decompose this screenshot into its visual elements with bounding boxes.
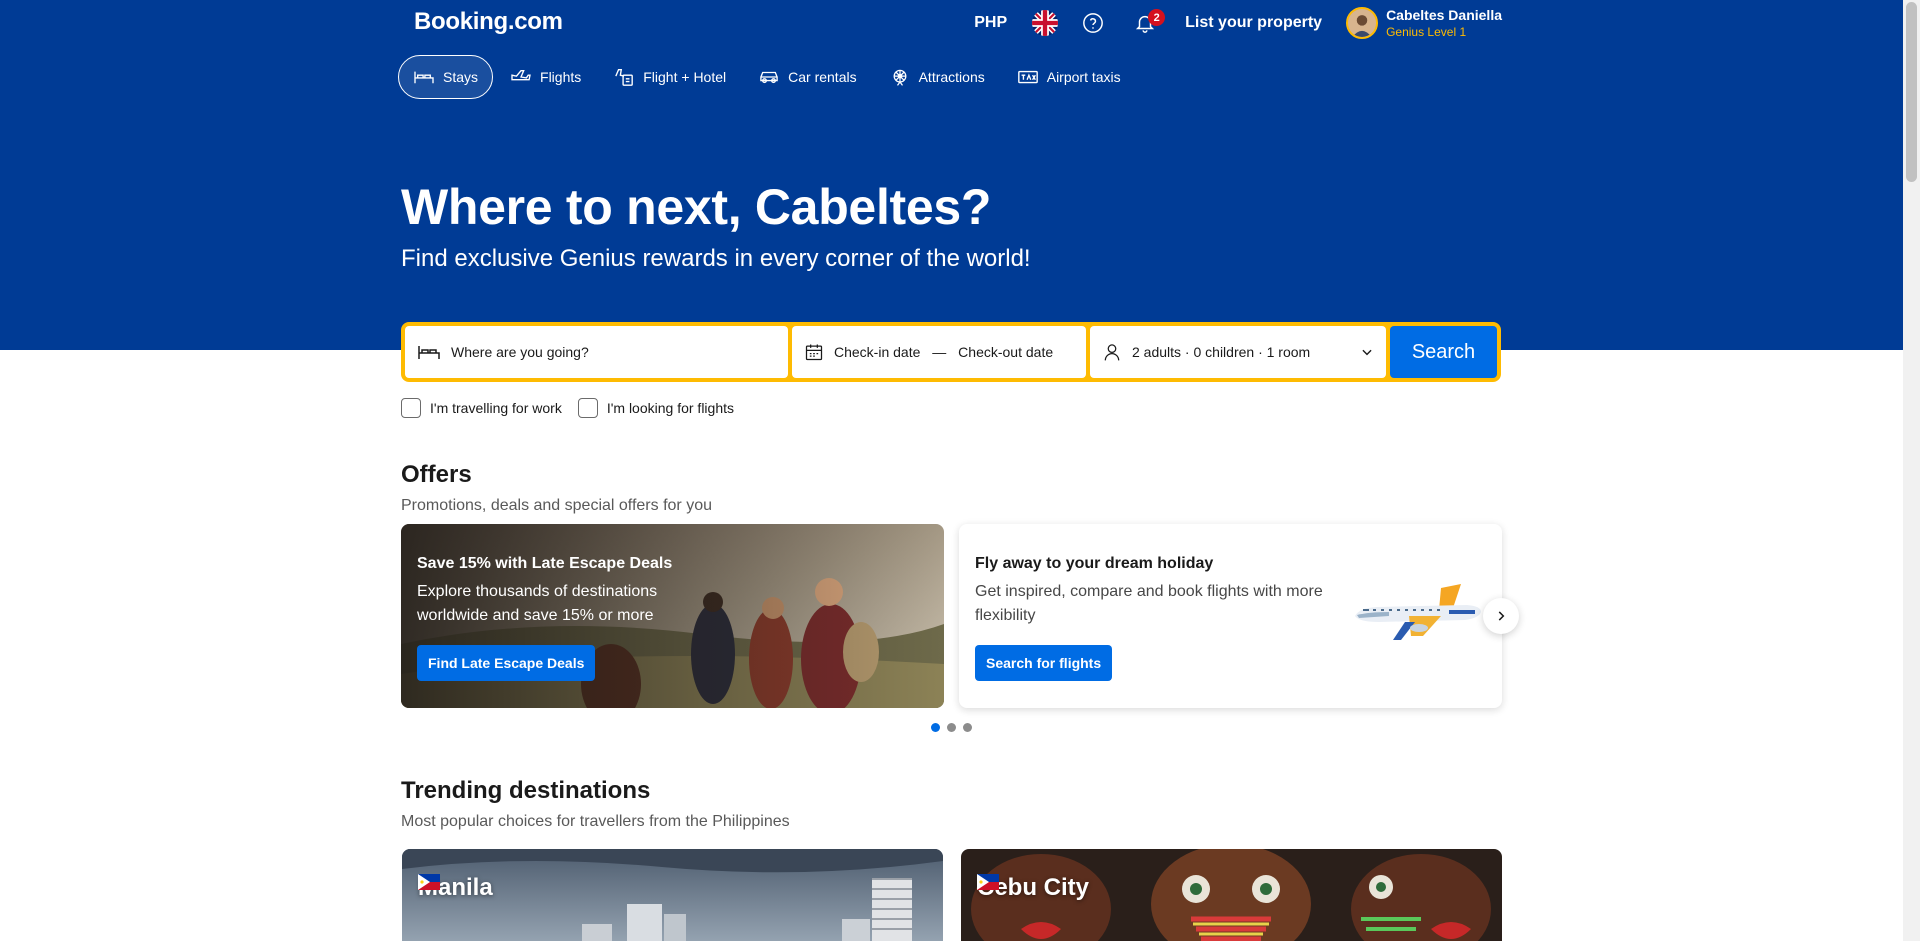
currency-button[interactable]: PHP	[958, 14, 1023, 32]
list-property-link[interactable]: List your property	[1171, 14, 1346, 32]
guests-label: 2 adults · 0 children · 1 room	[1132, 344, 1311, 360]
flights-checkbox[interactable]: I'm looking for flights	[577, 398, 734, 418]
offer-body: Get inspired, compare and book flights w…	[975, 583, 1323, 624]
scrollbar-thumb[interactable]	[1906, 2, 1917, 182]
top-bar: Booking.com PHP 2 List your property Cab…	[398, 0, 1502, 46]
philippines-flag-icon	[977, 874, 999, 890]
checkbox-label: I'm looking for flights	[606, 400, 734, 416]
tab-attractions[interactable]: Attractions	[874, 55, 1000, 99]
checkbox-box[interactable]	[401, 398, 421, 418]
flight-hotel-icon	[615, 69, 634, 86]
destination-input[interactable]	[451, 344, 751, 360]
account-menu[interactable]: Cabeltes Daniella Genius Level 1	[1346, 7, 1502, 40]
carousel-dot[interactable]	[963, 723, 972, 732]
calendar-icon	[805, 344, 823, 361]
tab-label: Car rentals	[788, 69, 857, 85]
guests-field[interactable]: 2 adults · 0 children · 1 room	[1090, 326, 1386, 378]
airplane-illustration	[1355, 584, 1481, 640]
bed-icon	[414, 71, 434, 84]
search-button[interactable]: Search	[1390, 326, 1497, 378]
car-icon	[760, 71, 778, 84]
find-late-escape-deals-button[interactable]: Find Late Escape Deals	[417, 645, 596, 681]
checkbox-box[interactable]	[577, 398, 598, 418]
dates-field[interactable]: Check-in date — Check-out date	[792, 326, 1086, 378]
destination-card-manila[interactable]: Manila	[402, 849, 943, 941]
attractions-icon	[893, 69, 907, 86]
taxi-icon	[1017, 70, 1038, 84]
chevron-right-icon	[1498, 611, 1505, 621]
chevron-down-icon	[1362, 349, 1372, 356]
checkin-label: Check-in date	[834, 344, 921, 360]
offers-title: Offers	[401, 461, 472, 488]
hero-subtitle: Find exclusive Genius rewards in every c…	[401, 245, 1031, 272]
tab-label: Flight + Hotel	[643, 69, 727, 85]
destination-name: Cebu City	[977, 874, 1089, 902]
hero-background	[0, 0, 1903, 350]
person-icon	[1104, 344, 1120, 361]
tab-label: Stays	[443, 69, 479, 85]
work-travel-checkbox[interactable]: I'm travelling for work	[401, 398, 562, 418]
destination-field[interactable]	[405, 326, 788, 378]
help-icon	[1083, 13, 1104, 33]
date-separator: —	[932, 344, 947, 360]
language-button[interactable]	[1023, 1, 1067, 45]
booking-logo[interactable]: Booking.com	[414, 8, 563, 36]
uk-flag-icon	[1032, 10, 1059, 36]
destination-name: Manila	[418, 874, 493, 902]
tab-label: Flights	[540, 69, 582, 85]
tab-label: Attractions	[918, 69, 985, 85]
flights-offer-card[interactable]: Fly away to your dream holiday Get inspi…	[959, 524, 1502, 708]
search-bar: Check-in date — Check-out date 2 adults …	[401, 322, 1501, 382]
page-scrollbar[interactable]	[1903, 0, 1920, 941]
hero-title: Where to next, Cabeltes?	[401, 179, 992, 235]
checkbox-label: I'm travelling for work	[430, 400, 562, 416]
notification-badge: 2	[1148, 9, 1166, 26]
carousel-pagination	[931, 723, 972, 732]
destination-card-cebu-city[interactable]: Cebu City	[961, 849, 1502, 941]
help-button[interactable]	[1067, 1, 1119, 45]
tab-flights[interactable]: Flights	[495, 55, 596, 99]
tab-car-rentals[interactable]: Car rentals	[743, 55, 871, 99]
checkout-label: Check-out date	[958, 344, 1054, 360]
tab-flight-hotel[interactable]: Flight + Hotel	[598, 55, 741, 99]
tab-airport-taxis[interactable]: Airport taxis	[1002, 55, 1136, 99]
carousel-dot[interactable]	[931, 723, 940, 732]
tab-stays[interactable]: Stays	[398, 55, 494, 99]
genius-level: Genius Level 1	[1386, 24, 1467, 39]
offer-text: Save 15% with Late Escape Deals Explore …	[417, 554, 677, 628]
avatar	[1346, 7, 1379, 39]
offer-text: Fly away to your dream holiday Get inspi…	[975, 554, 1340, 628]
carousel-next-button[interactable]	[1483, 598, 1519, 634]
product-nav: Stays Flights Flight + Hotel Car rentals…	[398, 55, 1136, 99]
notifications-button[interactable]: 2	[1119, 1, 1171, 45]
bed-icon	[418, 346, 440, 359]
trending-subtitle: Most popular choices for travellers from…	[401, 813, 790, 830]
user-name: Cabeltes Daniella	[1386, 6, 1502, 23]
trending-title: Trending destinations	[401, 777, 651, 804]
plane-icon	[511, 70, 531, 81]
search-options: I'm travelling for work I'm looking for …	[401, 398, 734, 418]
search-for-flights-button[interactable]: Search for flights	[975, 645, 1113, 681]
carousel-dot[interactable]	[947, 723, 956, 732]
philippines-flag-icon	[418, 874, 440, 890]
offer-body: Explore thousands of destinations worldw…	[417, 583, 658, 624]
tab-label: Airport taxis	[1046, 69, 1121, 85]
offer-heading: Fly away to your dream holiday	[975, 555, 1214, 572]
late-escape-offer-card[interactable]: Save 15% with Late Escape Deals Explore …	[401, 524, 944, 708]
offer-heading: Save 15% with Late Escape Deals	[417, 555, 673, 572]
header-actions: PHP 2 List your property Cabeltes Daniel…	[958, 0, 1502, 46]
offers-subtitle: Promotions, deals and special offers for…	[401, 497, 712, 514]
